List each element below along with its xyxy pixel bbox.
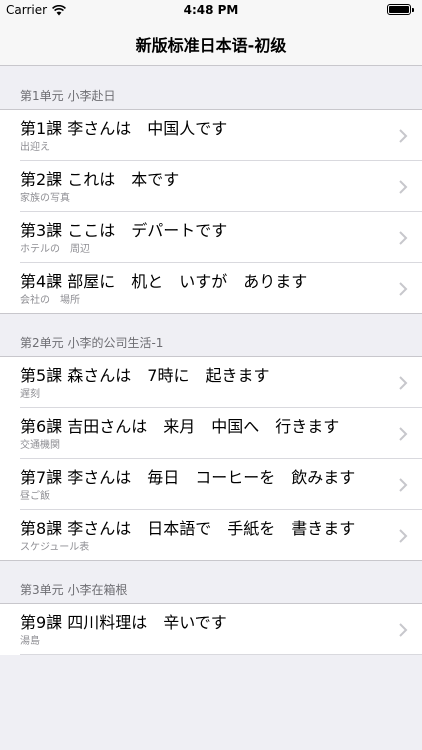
lesson-subtitle: ホテルの 周辺 [20, 244, 90, 255]
lesson-row[interactable]: 第1課 李さんは 中国人です 出迎え [0, 110, 422, 161]
chevron-right-icon [399, 128, 408, 143]
chevron-right-icon [399, 375, 408, 390]
lesson-title: 第4課 部屋に 机と いすが あります [20, 272, 308, 291]
lesson-row[interactable]: 第8課 李さんは 日本語で 手紙を 書きます スケジュール表 [0, 510, 422, 561]
lesson-subtitle: スケジュール表 [20, 542, 90, 553]
chevron-right-icon [399, 281, 408, 296]
chevron-right-icon [399, 230, 408, 245]
lesson-subtitle: 交通機関 [20, 440, 60, 451]
lesson-row[interactable]: 第2課 これは 本です 家族の写真 [0, 161, 422, 212]
lesson-row[interactable]: 第6課 吉田さんは 来月 中国へ 行きます 交通機関 [0, 408, 422, 459]
lesson-title: 第7課 李さんは 毎日 コーヒーを 飲みます [20, 468, 356, 487]
lesson-title: 第2課 これは 本です [20, 170, 180, 189]
lesson-row[interactable]: 第3課 ここは デパートです ホテルの 周辺 [0, 212, 422, 263]
chevron-right-icon [399, 179, 408, 194]
navigation-bar: 新版标准日本语-初级 [0, 22, 422, 66]
chevron-right-icon [399, 426, 408, 441]
lesson-subtitle: 遅刻 [20, 389, 40, 400]
chevron-right-icon [399, 622, 408, 637]
section-header: 第1单元 小李赴日 [0, 67, 422, 110]
status-bar: Carrier 4:48 PM [0, 0, 422, 22]
lesson-subtitle: 昼ご飯 [20, 491, 50, 502]
lesson-subtitle: 湯島 [20, 636, 40, 647]
lesson-row[interactable]: 第7課 李さんは 毎日 コーヒーを 飲みます 昼ご飯 [0, 459, 422, 510]
status-time: 4:48 PM [183, 3, 239, 17]
battery-icon [387, 4, 414, 15]
chevron-right-icon [399, 477, 408, 492]
lesson-table[interactable]: 第1单元 小李赴日 第1課 李さんは 中国人です 出迎え 第2課 これは 本です… [0, 67, 422, 750]
lesson-row[interactable]: 第5課 森さんは 7時に 起きます 遅刻 [0, 357, 422, 408]
lesson-subtitle: 出迎え [20, 142, 50, 153]
lesson-row[interactable]: 第4課 部屋に 机と いすが あります 会社の 場所 [0, 263, 422, 314]
lesson-row[interactable]: 第9課 四川料理は 辛いです 湯島 [0, 604, 422, 655]
section-header: 第2单元 小李的公司生活-1 [0, 314, 422, 357]
lesson-title: 第9課 四川料理は 辛いです [20, 613, 227, 632]
section-header: 第3单元 小李在箱根 [0, 561, 422, 604]
lesson-title: 第8課 李さんは 日本語で 手紙を 書きます [20, 519, 356, 538]
lesson-title: 第3課 ここは デパートです [20, 221, 228, 240]
lesson-title: 第1課 李さんは 中国人です [20, 119, 228, 138]
lesson-title: 第5課 森さんは 7時に 起きます [20, 366, 270, 385]
lesson-subtitle: 会社の 場所 [20, 295, 80, 306]
chevron-right-icon [399, 528, 408, 543]
lesson-title: 第6課 吉田さんは 来月 中国へ 行きます [20, 417, 340, 436]
page-title: 新版标准日本语-初级 [135, 35, 287, 55]
lesson-subtitle: 家族の写真 [20, 193, 70, 204]
